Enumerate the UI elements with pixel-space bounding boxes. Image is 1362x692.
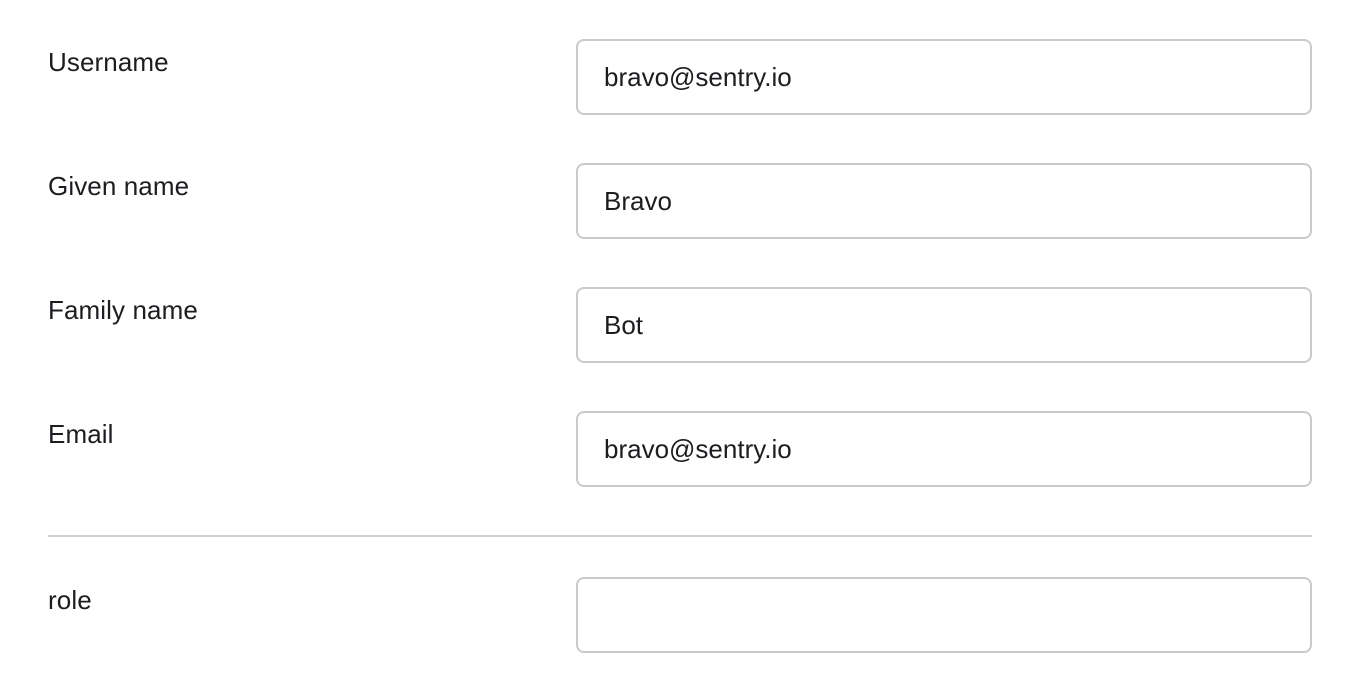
family-name-row: Family name xyxy=(48,287,1312,363)
username-label: Username xyxy=(48,47,169,77)
email-label: Email xyxy=(48,419,114,449)
given-name-row: Given name xyxy=(48,163,1312,239)
profile-form: Username Given name Family name Email ro… xyxy=(0,0,1362,692)
username-input[interactable] xyxy=(576,39,1312,115)
role-input[interactable] xyxy=(576,577,1312,653)
email-input[interactable] xyxy=(576,411,1312,487)
role-row: role xyxy=(48,577,1312,653)
username-row: Username xyxy=(48,39,1312,115)
section-divider xyxy=(48,535,1312,537)
email-row: Email xyxy=(48,411,1312,487)
family-name-input[interactable] xyxy=(576,287,1312,363)
given-name-input[interactable] xyxy=(576,163,1312,239)
role-label: role xyxy=(48,585,92,615)
family-name-label: Family name xyxy=(48,295,198,325)
given-name-label: Given name xyxy=(48,171,190,201)
